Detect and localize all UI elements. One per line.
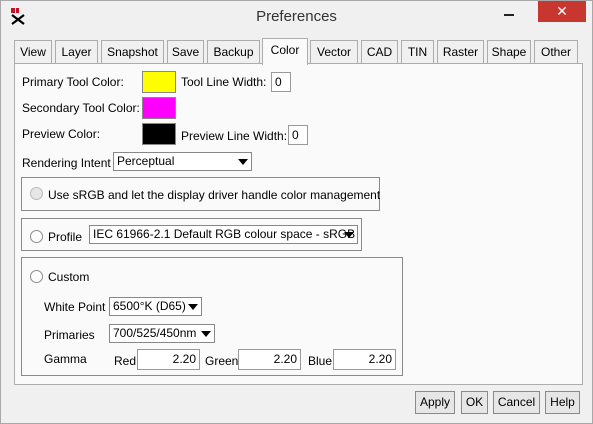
white-point-select[interactable]: 6500°K (D65) (109, 297, 202, 316)
tab-view[interactable]: View (14, 40, 52, 64)
srgb-group: Use sRGB and let the display driver hand… (21, 177, 380, 211)
gamma-blue-field[interactable]: 2.20 (333, 349, 396, 370)
tab-snapshot[interactable]: Snapshot (101, 40, 164, 64)
color-tab-panel: Primary Tool Color: Tool Line Width: 0 S… (14, 63, 583, 385)
srgb-radio[interactable] (30, 187, 43, 200)
primaries-value: 700/525/450nm (113, 326, 197, 340)
gamma-red-label: Red (114, 354, 137, 368)
profile-value: IEC 61966-2.1 Default RGB colour space -… (93, 227, 356, 241)
gamma-red-field[interactable]: 2.20 (137, 349, 200, 370)
cancel-button[interactable]: Cancel (493, 391, 540, 414)
white-point-value: 6500°K (D65) (113, 299, 186, 313)
preview-color-swatch[interactable] (142, 123, 176, 145)
ok-button[interactable]: OK (461, 391, 488, 414)
tab-backup[interactable]: Backup (207, 40, 260, 64)
rendering-intent-select[interactable]: Perceptual (113, 152, 252, 171)
gamma-label: Gamma (44, 352, 87, 366)
tool-line-width-label: Tool Line Width: (181, 75, 267, 89)
minimize-icon (504, 13, 514, 16)
preview-color-label: Preview Color: (22, 127, 101, 141)
tab-other[interactable]: Other (534, 40, 578, 64)
tab-shape[interactable]: Shape (487, 40, 531, 64)
tab-layer[interactable]: Layer (55, 40, 98, 64)
rendering-intent-label: Rendering Intent (22, 156, 111, 170)
tab-raster[interactable]: Raster (437, 40, 484, 64)
tab-vector[interactable]: Vector (310, 40, 358, 64)
chevron-down-icon (186, 300, 199, 313)
profile-label: Profile (48, 230, 83, 244)
tab-cad[interactable]: CAD (361, 40, 398, 64)
help-button[interactable]: Help (545, 391, 580, 414)
primary-color-swatch[interactable] (142, 71, 176, 93)
primaries-label: Primaries (44, 328, 95, 342)
profile-select[interactable]: IEC 61966-2.1 Default RGB colour space -… (89, 225, 358, 244)
primaries-select[interactable]: 700/525/450nm (109, 324, 215, 343)
secondary-color-swatch[interactable] (142, 97, 176, 119)
apply-button[interactable]: Apply (415, 391, 455, 414)
title-bar[interactable]: Preferences ✕ (1, 1, 592, 31)
close-icon: ✕ (556, 3, 568, 19)
profile-group: Profile IEC 61966-2.1 Default RGB colour… (21, 218, 362, 251)
preview-line-width-label: Preview Line Width: (181, 129, 288, 143)
secondary-color-label: Secondary Tool Color: (22, 101, 140, 115)
chevron-down-icon (236, 155, 249, 168)
chevron-down-icon (199, 327, 212, 340)
gamma-green-label: Green (205, 354, 239, 368)
tab-color[interactable]: Color (262, 38, 308, 65)
white-point-label: White Point (44, 300, 106, 314)
preview-line-width-field[interactable]: 0 (288, 125, 308, 145)
tool-line-width-field[interactable]: 0 (271, 72, 291, 92)
custom-radio[interactable] (30, 270, 43, 283)
custom-label: Custom (48, 270, 90, 284)
tab-save[interactable]: Save (167, 40, 204, 64)
profile-radio[interactable] (30, 230, 43, 243)
custom-group: Custom White Point 6500°K (D65) Primarie… (21, 257, 403, 376)
rendering-intent-value: Perceptual (117, 154, 175, 168)
gamma-green-field[interactable]: 2.20 (238, 349, 301, 370)
minimize-button[interactable] (492, 1, 526, 22)
primary-color-label: Primary Tool Color: (22, 75, 124, 89)
gamma-blue-label: Blue (308, 354, 333, 368)
srgb-option-label: Use sRGB and let the display driver hand… (48, 188, 381, 202)
close-button[interactable]: ✕ (538, 1, 586, 22)
tab-tin[interactable]: TIN (401, 40, 434, 64)
preferences-window: Preferences ✕ View Layer Snapshot Save B… (0, 0, 593, 424)
chevron-down-icon (342, 228, 355, 241)
